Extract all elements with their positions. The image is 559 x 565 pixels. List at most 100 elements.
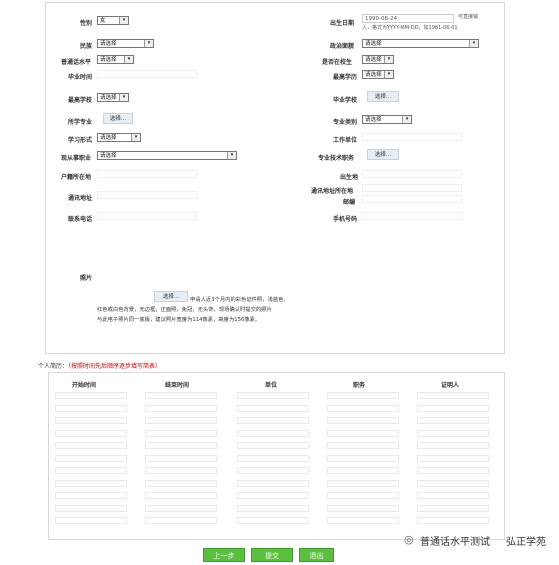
resume-cell-input[interactable]: [417, 479, 489, 487]
column-header-position: 职务: [353, 382, 366, 389]
resume-cell-input[interactable]: [55, 417, 127, 424]
enrolled-select[interactable]: 请选择 ▾: [362, 55, 394, 64]
resume-cell-input[interactable]: [417, 429, 489, 437]
resume-cell-input[interactable]: [237, 429, 309, 437]
birthplace-input[interactable]: [362, 170, 462, 178]
resume-cell-input[interactable]: [237, 504, 309, 512]
major-choose-button[interactable]: 选择...: [103, 113, 133, 124]
resume-cell-input[interactable]: [145, 479, 217, 487]
gender-label: 性别: [80, 20, 93, 27]
prev-step-button[interactable]: 上一步: [203, 548, 245, 562]
resume-cell-input[interactable]: [237, 404, 309, 412]
column-header-start-time: 开始时间: [72, 382, 97, 389]
wechat-icon: ◎: [404, 533, 414, 546]
education-select[interactable]: 请选择 ▾: [362, 70, 394, 79]
photo-note-line1: 申请人近3个月内的彩色证件照，浅蓝色、: [190, 297, 289, 303]
resume-cell-input[interactable]: [327, 392, 399, 399]
exit-button[interactable]: 退出: [299, 548, 334, 562]
mandarin-select[interactable]: 请选择 ▾: [97, 55, 134, 64]
resume-cell-input[interactable]: [55, 404, 127, 412]
resume-cell-input[interactable]: [237, 442, 309, 449]
resume-cell-input[interactable]: [327, 442, 399, 449]
resume-cell-input[interactable]: [55, 392, 127, 399]
resume-cell-input[interactable]: [417, 492, 489, 499]
resume-cell-input[interactable]: [327, 467, 399, 474]
birthplace-label: 出生地: [340, 174, 359, 181]
address-region-label: 通讯地址所在地: [311, 188, 354, 195]
resume-cell-input[interactable]: [327, 454, 399, 462]
phone-label: 联系电话: [68, 216, 93, 223]
resume-cell-input[interactable]: [55, 479, 127, 487]
resume-cell-input[interactable]: [417, 392, 489, 399]
birthdate-format-hint: 入，格式为YYYY-MM-DD，如1981-06-01: [362, 25, 458, 31]
resume-cell-input[interactable]: [55, 442, 127, 449]
resume-cell-input[interactable]: [145, 504, 217, 512]
resume-cell-input[interactable]: [417, 442, 489, 449]
resume-cell-input[interactable]: [145, 454, 217, 462]
school-select[interactable]: 请选择 ▾: [97, 93, 129, 102]
grad-school-label: 毕业学校: [333, 97, 358, 104]
resume-cell-input[interactable]: [55, 504, 127, 512]
resume-cell-input[interactable]: [237, 479, 309, 487]
resume-cell-input[interactable]: [327, 492, 399, 499]
address-region-input[interactable]: [362, 184, 462, 192]
resume-cell-input[interactable]: [55, 492, 127, 499]
resume-cell-input[interactable]: [55, 429, 127, 437]
resume-cell-input[interactable]: [55, 454, 127, 462]
resume-cell-input[interactable]: [237, 454, 309, 462]
resume-cell-input[interactable]: [417, 404, 489, 412]
mandarin-label: 普通话水平: [61, 59, 92, 66]
grad-time-input[interactable]: [97, 70, 197, 78]
enrolled-label: 是否在校生: [322, 59, 353, 66]
resume-cell-input[interactable]: [145, 392, 217, 399]
resume-cell-input[interactable]: [327, 504, 399, 512]
mobile-input[interactable]: [362, 212, 462, 220]
resume-cell-input[interactable]: [145, 417, 217, 424]
resume-cell-input[interactable]: [417, 504, 489, 512]
resume-cell-input[interactable]: [417, 417, 489, 424]
hukou-input[interactable]: [97, 170, 197, 178]
resume-cell-input[interactable]: [145, 467, 217, 474]
photo-note-line2: 红色或白色背景，无边框，正面照，免冠，无头饰，现场确认时提交的照片: [97, 307, 272, 313]
grad-school-choose-button[interactable]: 选择...: [367, 91, 399, 102]
chevron-down-icon: ▾: [227, 152, 236, 159]
address-input[interactable]: [97, 191, 197, 199]
resume-cell-input[interactable]: [237, 417, 309, 424]
resume-cell-input[interactable]: [237, 467, 309, 474]
title-choose-button[interactable]: 选择...: [367, 149, 399, 160]
resume-cell-input[interactable]: [327, 417, 399, 424]
resume-cell-input[interactable]: [55, 517, 127, 524]
resume-cell-input[interactable]: [145, 442, 217, 449]
resume-cell-input[interactable]: [145, 404, 217, 412]
resume-cell-input[interactable]: [145, 492, 217, 499]
postcode-input[interactable]: [362, 195, 462, 203]
birthdate-hint: 可直接输: [458, 14, 479, 20]
grad-time-label: 毕业时间: [68, 74, 93, 81]
resume-cell-input[interactable]: [327, 479, 399, 487]
resume-cell-input[interactable]: [417, 454, 489, 462]
resume-cell-input[interactable]: [417, 467, 489, 474]
gender-select[interactable]: 女 ▾: [97, 16, 129, 25]
birthdate-input[interactable]: 1990-06-24: [362, 14, 454, 23]
major-type-select[interactable]: 请选择 ▾: [362, 115, 412, 124]
submit-button[interactable]: 提交: [251, 548, 293, 562]
resume-cell-input[interactable]: [417, 517, 489, 524]
political-select[interactable]: 请选择 ▾: [362, 39, 479, 48]
resume-cell-input[interactable]: [237, 517, 309, 524]
employer-input[interactable]: [362, 133, 462, 141]
photo-choose-button[interactable]: 选择...: [154, 291, 188, 302]
resume-cell-input[interactable]: [327, 429, 399, 437]
resume-cell-input[interactable]: [237, 392, 309, 399]
study-mode-select[interactable]: 请选择 ▾: [97, 133, 141, 142]
study-mode-label: 学习形式: [68, 137, 93, 144]
resume-cell-input[interactable]: [327, 517, 399, 524]
occupation-select[interactable]: 请选择 ▾: [97, 151, 237, 160]
resume-cell-input[interactable]: [145, 517, 217, 524]
resume-cell-input[interactable]: [145, 429, 217, 437]
resume-cell-input[interactable]: [237, 492, 309, 499]
resume-cell-input[interactable]: [55, 467, 127, 474]
phone-input[interactable]: [97, 212, 197, 220]
ethnicity-select[interactable]: 请选择 ▾: [97, 39, 154, 48]
resume-cell-input[interactable]: [327, 404, 399, 412]
column-header-referee: 证明人: [441, 382, 460, 389]
